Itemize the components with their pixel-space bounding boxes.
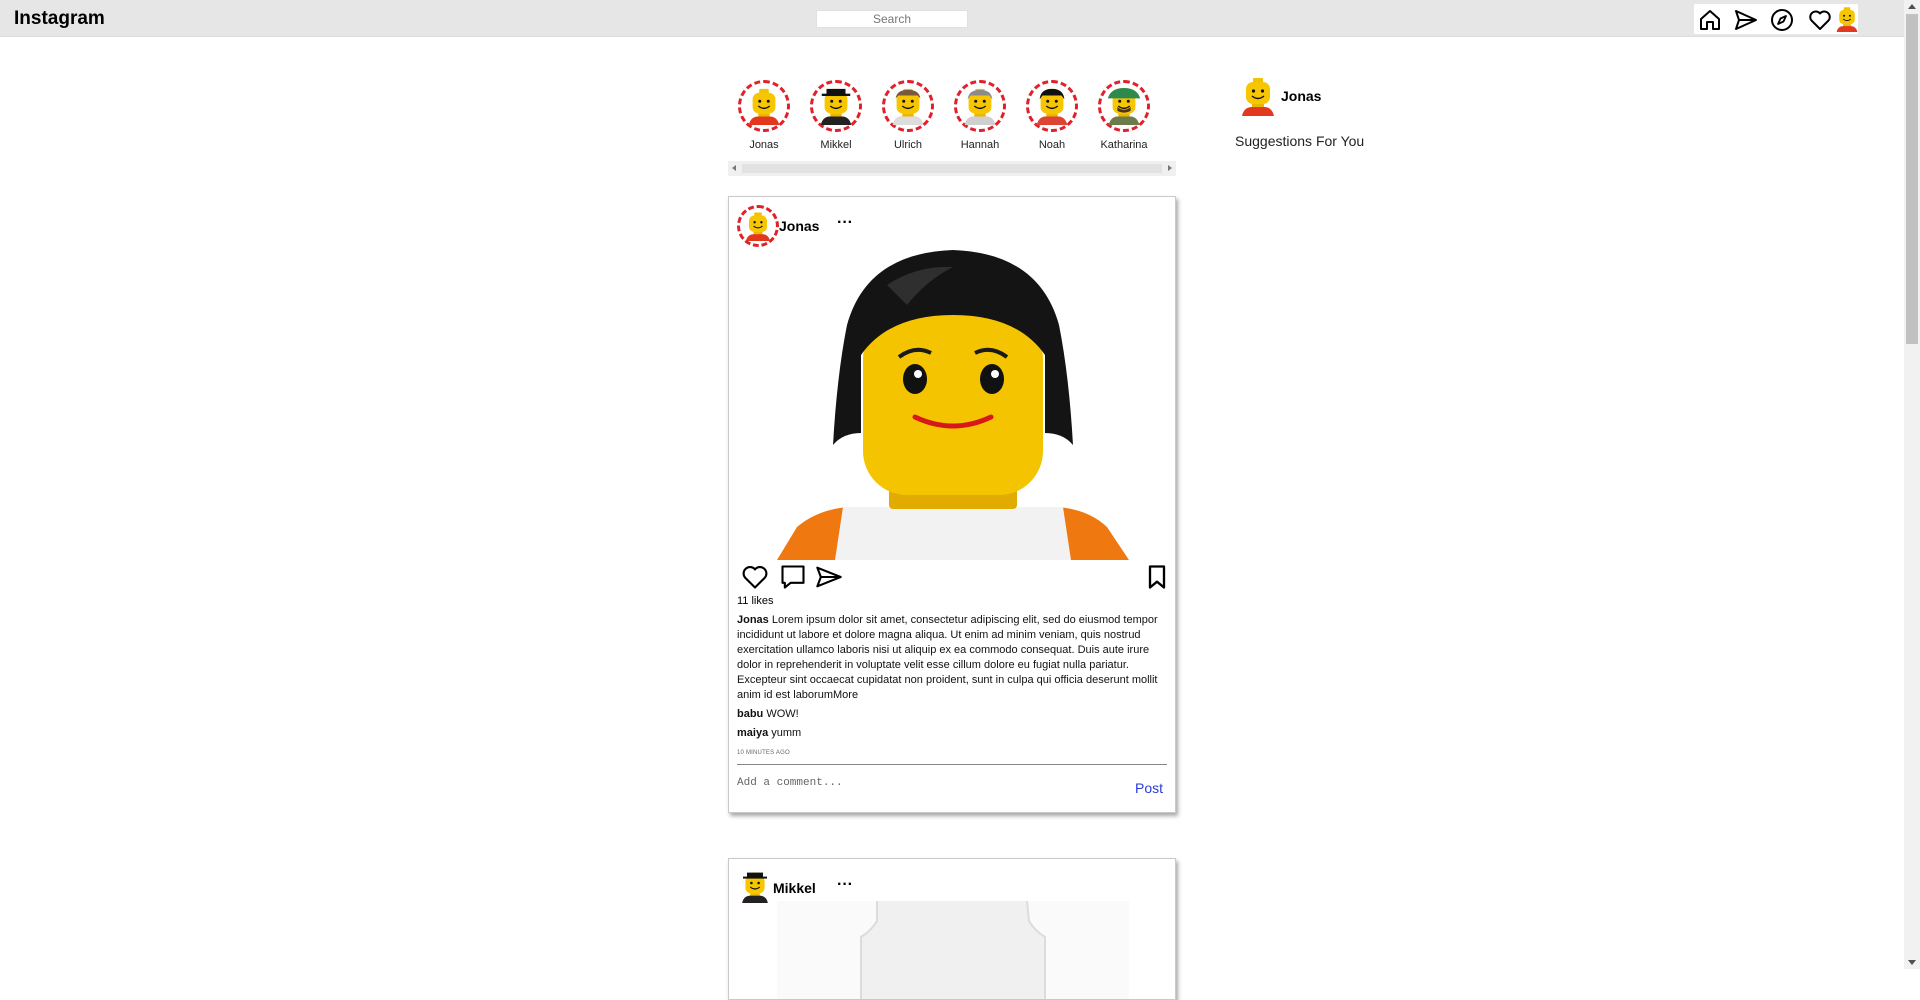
story-ring bbox=[810, 80, 862, 132]
scroll-thumb[interactable] bbox=[1906, 14, 1918, 344]
story-name: Jonas bbox=[749, 139, 779, 151]
top-navigation-bar: Instagram bbox=[0, 0, 1904, 37]
scroll-left-arrow[interactable] bbox=[732, 165, 736, 171]
story-ring bbox=[954, 80, 1006, 132]
caption-username[interactable]: Jonas bbox=[737, 614, 769, 626]
bookmark-icon[interactable] bbox=[1143, 563, 1171, 591]
like-heart-icon[interactable] bbox=[741, 563, 769, 591]
scroll-right-arrow[interactable] bbox=[1168, 165, 1172, 171]
scroll-up-arrow[interactable] bbox=[1908, 4, 1916, 9]
post-username[interactable]: Mikkel bbox=[773, 880, 816, 896]
app-logo[interactable]: Instagram bbox=[14, 8, 105, 30]
story-ulrich[interactable]: Ulrich bbox=[872, 80, 944, 151]
post-timestamp: 10 minutes ago bbox=[737, 750, 790, 756]
vertical-scrollbar[interactable] bbox=[1904, 0, 1920, 969]
comment-item: maiya yumm bbox=[737, 727, 801, 739]
post-image[interactable] bbox=[777, 245, 1129, 560]
caption-text: Lorem ipsum dolor sit amet, consectetur … bbox=[737, 614, 1158, 701]
post-avatar bbox=[743, 211, 773, 241]
story-name: Katharina bbox=[1100, 139, 1148, 151]
share-icon[interactable] bbox=[815, 563, 843, 591]
story-ring bbox=[738, 80, 790, 132]
story-katharina[interactable]: Katharina bbox=[1088, 80, 1160, 151]
post-avatar-ring[interactable] bbox=[737, 205, 779, 247]
explore-icon[interactable] bbox=[1770, 8, 1794, 32]
more-options-icon[interactable]: ··· bbox=[837, 214, 853, 232]
activity-heart-icon[interactable] bbox=[1808, 8, 1832, 32]
post-avatar[interactable] bbox=[737, 869, 773, 905]
post-image-content bbox=[777, 901, 1129, 999]
comment-text: WOW! bbox=[766, 708, 799, 720]
scroll-down-arrow[interactable] bbox=[1908, 960, 1916, 965]
story-avatar bbox=[889, 87, 927, 125]
scroll-thumb[interactable] bbox=[742, 164, 1162, 173]
story-avatar bbox=[1107, 87, 1141, 125]
stories-horizontal-scrollbar[interactable] bbox=[728, 161, 1176, 176]
likes-count: 11 likes bbox=[737, 595, 774, 607]
story-noah[interactable]: Noah bbox=[1016, 80, 1088, 151]
comment-divider bbox=[737, 764, 1167, 765]
home-icon[interactable] bbox=[1698, 8, 1722, 32]
story-mikkel[interactable]: Mikkel bbox=[800, 80, 872, 151]
post-avatar-figure bbox=[739, 870, 771, 904]
nav-icons bbox=[1694, 4, 1858, 34]
search-input[interactable] bbox=[816, 10, 968, 28]
story-jonas[interactable]: Jonas bbox=[728, 80, 800, 151]
comment-item: babu WOW! bbox=[737, 708, 799, 720]
story-ring bbox=[1026, 80, 1078, 132]
story-ring bbox=[882, 80, 934, 132]
post-header: Jonas ··· bbox=[737, 205, 1167, 247]
more-options-icon[interactable]: ··· bbox=[837, 876, 853, 894]
suggestions-label: Suggestions For You bbox=[1235, 133, 1365, 149]
post-comment-button[interactable]: Post bbox=[1135, 780, 1163, 796]
caption-more-link[interactable]: More bbox=[833, 689, 858, 701]
post-actions bbox=[741, 563, 1171, 593]
story-name: Mikkel bbox=[820, 139, 852, 151]
story-name: Ulrich bbox=[893, 139, 923, 151]
story-avatar bbox=[1033, 87, 1071, 125]
profile-avatar[interactable] bbox=[1834, 6, 1860, 32]
story-name: Noah bbox=[1038, 139, 1066, 151]
lego-figure-image bbox=[777, 250, 1129, 560]
comment-icon[interactable] bbox=[779, 563, 807, 591]
story-avatar bbox=[817, 87, 855, 125]
comment-username[interactable]: maiya bbox=[737, 727, 768, 739]
post-image[interactable] bbox=[777, 901, 1129, 999]
comment-text: yumm bbox=[771, 727, 802, 739]
post-username[interactable]: Jonas bbox=[779, 218, 819, 234]
sidebar-avatar[interactable] bbox=[1238, 74, 1278, 118]
direct-icon[interactable] bbox=[1734, 8, 1758, 32]
story-hannah[interactable]: Hannah bbox=[944, 80, 1016, 151]
story-avatar bbox=[961, 87, 999, 125]
post-caption: Jonas Lorem ipsum dolor sit amet, consec… bbox=[737, 613, 1169, 703]
story-avatar bbox=[745, 87, 783, 125]
story-name: Hannah bbox=[960, 139, 1000, 151]
post-card: Jonas ··· 11 likes Jonas Lorem ipsum dol… bbox=[728, 196, 1176, 813]
sidebar-username[interactable]: Jonas bbox=[1281, 88, 1321, 104]
comment-username[interactable]: babu bbox=[737, 708, 763, 720]
post-card: Mikkel ··· bbox=[728, 858, 1176, 1000]
add-comment-input[interactable] bbox=[737, 773, 1097, 793]
story-ring bbox=[1098, 80, 1150, 132]
